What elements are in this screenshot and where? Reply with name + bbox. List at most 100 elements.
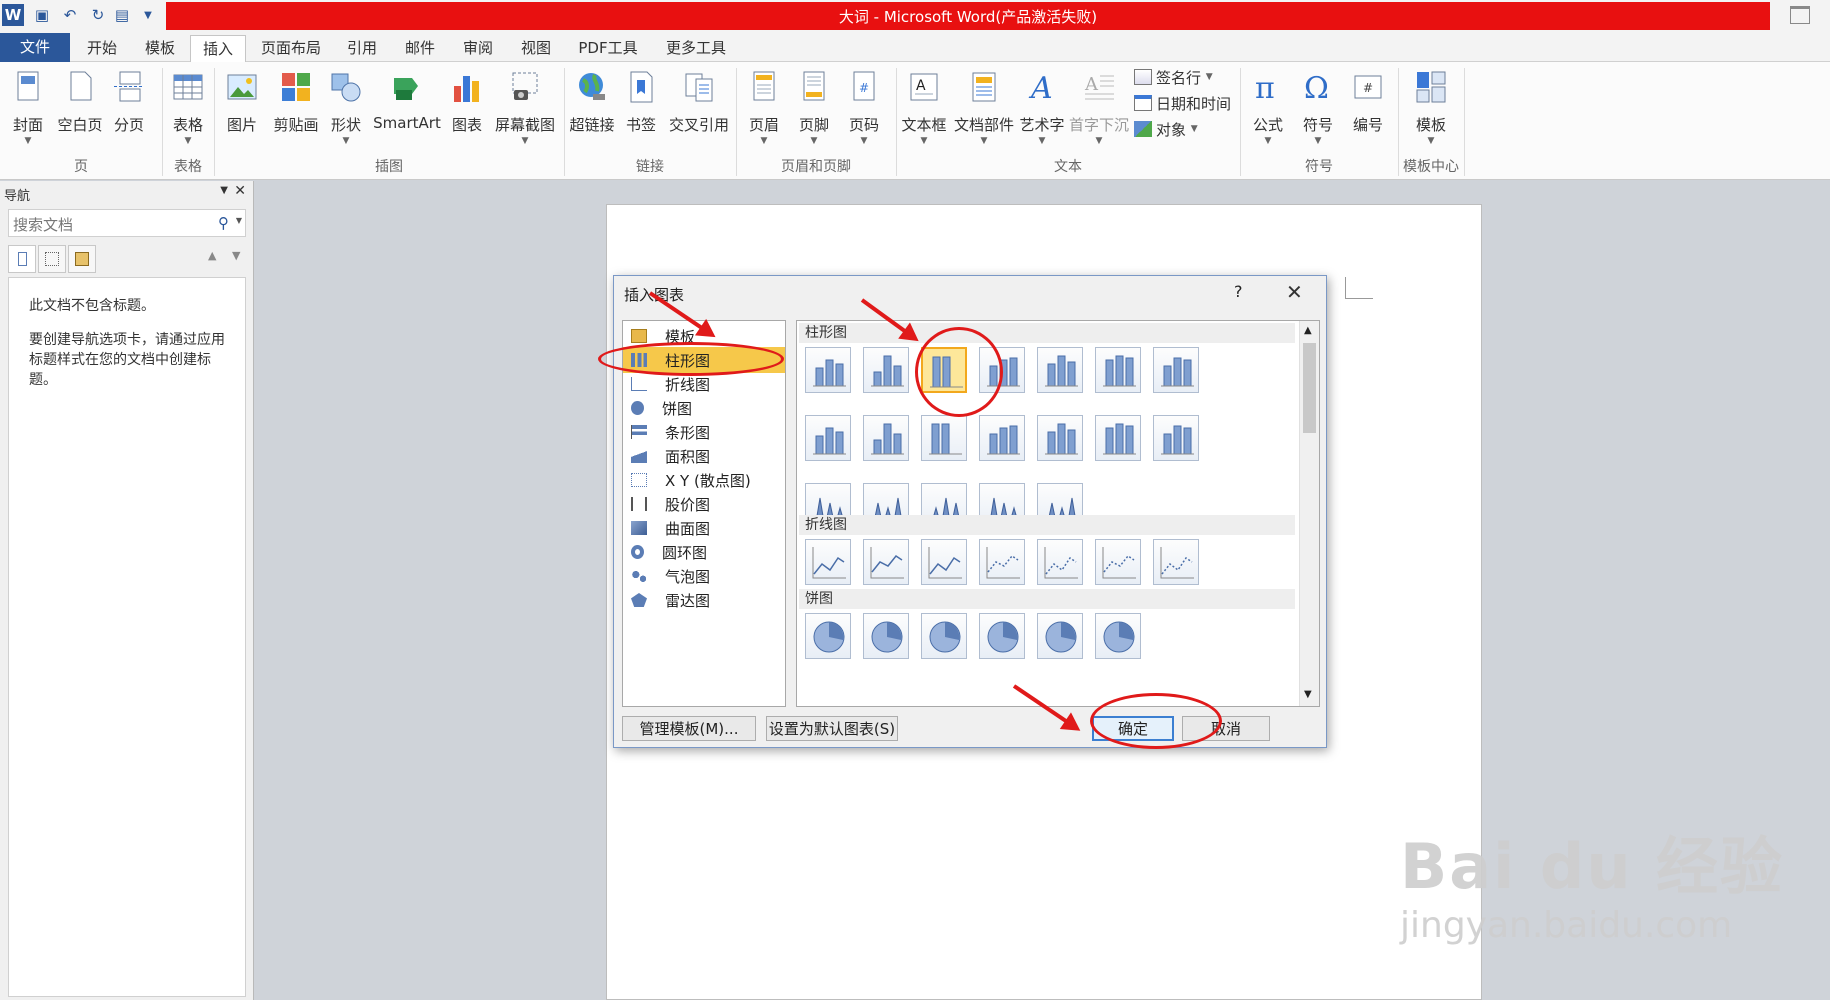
template-button[interactable]: 模板 ▼ — [1404, 66, 1458, 154]
bookmark-button[interactable]: 书签 — [622, 66, 660, 154]
chart-type-thumbnail[interactable] — [1153, 539, 1199, 585]
tab-review[interactable]: 审阅 — [454, 35, 502, 62]
window-controls[interactable] — [1774, 0, 1830, 31]
nav-next-icon[interactable]: ▼ — [232, 249, 240, 262]
chart-type-thumbnail[interactable] — [805, 613, 851, 659]
chart-type-thumbnail[interactable] — [1037, 415, 1083, 461]
restore-icon[interactable] — [1790, 6, 1810, 24]
signature-line-button[interactable]: 签名行 ▼ — [1134, 65, 1213, 89]
nav-menu-icon[interactable]: ▼ — [220, 185, 228, 196]
undo-icon[interactable]: ↶ — [58, 4, 82, 26]
help-button[interactable]: ? — [1234, 282, 1243, 301]
cover-button[interactable]: 封面 ▼ — [6, 66, 50, 154]
category-item[interactable]: 曲面图 — [623, 515, 785, 541]
chart-button[interactable]: 图表 — [448, 66, 486, 154]
category-item[interactable]: 雷达图 — [623, 587, 785, 613]
tab-insert[interactable]: 插入 — [190, 35, 246, 63]
chart-type-thumbnail[interactable] — [921, 415, 967, 461]
chart-type-thumbnail[interactable] — [1037, 539, 1083, 585]
page-number-button[interactable]: # 页码 ▼ — [842, 66, 886, 154]
chart-type-thumbnail[interactable] — [921, 613, 967, 659]
chart-type-thumbnail[interactable] — [805, 539, 851, 585]
category-item[interactable]: 气泡图 — [623, 563, 785, 589]
chart-type-thumbnail[interactable] — [805, 347, 851, 393]
close-icon[interactable]: ✕ — [1286, 280, 1303, 304]
chart-type-thumbnail[interactable] — [1095, 415, 1141, 461]
smartart-button[interactable]: SmartArt — [370, 66, 444, 154]
numbering-button[interactable]: # 编号 — [1346, 66, 1390, 154]
chart-type-thumbnail[interactable] — [1153, 415, 1199, 461]
tab-page-layout[interactable]: 页面布局 — [254, 35, 328, 62]
symbol-button[interactable]: Ω 符号 ▼ — [1296, 66, 1340, 154]
equation-button[interactable]: π 公式 ▼ — [1246, 66, 1290, 154]
manage-templates-button[interactable]: 管理模板(M)... — [622, 716, 756, 741]
textbox-button[interactable]: A 文本框 ▼ — [900, 66, 948, 154]
print-preview-icon[interactable]: ▤ — [112, 4, 132, 26]
scroll-thumb[interactable] — [1303, 343, 1316, 433]
chart-type-thumbnail[interactable] — [863, 539, 909, 585]
scroll-up-icon[interactable]: ▲ — [1304, 325, 1312, 336]
nav-tab-results-icon[interactable] — [68, 245, 96, 273]
footer-button[interactable]: 页脚 ▼ — [792, 66, 836, 154]
set-default-chart-button[interactable]: 设置为默认图表(S) — [766, 716, 898, 741]
screenshot-button[interactable]: 屏幕截图 ▼ — [490, 66, 560, 154]
chart-type-thumbnail[interactable] — [1095, 613, 1141, 659]
category-item[interactable]: 饼图 — [623, 395, 785, 421]
header-button[interactable]: 页眉 ▼ — [742, 66, 786, 154]
chart-type-thumbnail[interactable] — [863, 347, 909, 393]
chart-type-thumbnail[interactable] — [979, 415, 1025, 461]
word-app-icon[interactable]: W — [2, 4, 24, 26]
search-icon[interactable]: ⚲ — [218, 214, 229, 232]
object-button[interactable]: 对象 ▼ — [1134, 117, 1198, 141]
chart-thumbnail-icon — [813, 359, 846, 387]
chart-type-thumbnail[interactable] — [863, 415, 909, 461]
chart-type-thumbnail[interactable] — [979, 539, 1025, 585]
cross-reference-button[interactable]: 交叉引用 — [666, 66, 732, 154]
chart-type-thumbnail[interactable] — [921, 539, 967, 585]
cross-reference-icon — [685, 73, 713, 102]
page-break-button[interactable]: 分页 — [108, 66, 150, 154]
scroll-down-icon[interactable]: ▼ — [1304, 689, 1312, 700]
hyperlink-button[interactable]: 超链接 — [568, 66, 616, 154]
chart-type-thumbnail[interactable] — [1037, 347, 1083, 393]
save-icon[interactable]: ▣ — [32, 4, 52, 26]
redo-icon[interactable]: ↻ — [88, 4, 108, 26]
tab-references[interactable]: 引用 — [338, 35, 386, 62]
clipart-button[interactable]: 剪贴画 — [270, 66, 322, 154]
chart-type-thumbnail[interactable] — [1153, 347, 1199, 393]
customize-qat-icon[interactable]: ▼ — [140, 4, 156, 26]
tab-mailings[interactable]: 邮件 — [396, 35, 444, 62]
chart-type-thumbnail[interactable] — [863, 613, 909, 659]
nav-prev-icon[interactable]: ▲ — [208, 249, 216, 262]
blank-page-button[interactable]: 空白页 — [54, 66, 106, 154]
chart-type-thumbnail[interactable] — [979, 613, 1025, 659]
tab-home[interactable]: 开始 — [78, 35, 126, 62]
chart-type-thumbnail[interactable] — [805, 415, 851, 461]
tab-more-tools[interactable]: 更多工具 — [656, 35, 736, 62]
table-button[interactable]: 表格 ▼ — [168, 66, 208, 154]
category-item[interactable]: 股价图 — [623, 491, 785, 517]
tab-file[interactable]: 文件 — [0, 33, 70, 62]
category-item[interactable]: 条形图 — [623, 419, 785, 445]
datetime-button[interactable]: 日期和时间 — [1134, 91, 1231, 115]
tab-pdf-tools[interactable]: PDF工具 — [570, 35, 646, 62]
shapes-button[interactable]: 形状 ▼ — [328, 66, 364, 154]
nav-close-icon[interactable]: ✕ — [234, 183, 246, 199]
nav-tab-headings-icon[interactable] — [8, 245, 36, 273]
tab-view[interactable]: 视图 — [512, 35, 560, 62]
search-dropdown-icon[interactable]: ▼ — [236, 216, 242, 225]
picture-button[interactable]: 图片 — [222, 66, 262, 154]
category-item[interactable]: 面积图 — [623, 443, 785, 469]
chart-type-thumbnail[interactable] — [1095, 347, 1141, 393]
quick-parts-button[interactable]: 文档部件 ▼ — [952, 66, 1016, 154]
category-item[interactable]: X Y (散点图) — [623, 467, 785, 493]
tab-template[interactable]: 模板 — [136, 35, 184, 62]
nav-search-input[interactable]: 搜索文档 ⚲ ▼ — [8, 209, 246, 237]
chart-type-thumbnail[interactable] — [1037, 613, 1083, 659]
wordart-button[interactable]: A 艺术字 ▼ — [1018, 66, 1066, 154]
dropcap-button[interactable]: A 首字下沉 ▼ — [1068, 66, 1130, 154]
nav-tab-pages-icon[interactable] — [38, 245, 66, 273]
chart-type-thumbnail[interactable] — [1095, 539, 1141, 585]
gallery-scrollbar[interactable]: ▲ ▼ — [1299, 321, 1319, 706]
category-item[interactable]: 圆环图 — [623, 539, 785, 565]
